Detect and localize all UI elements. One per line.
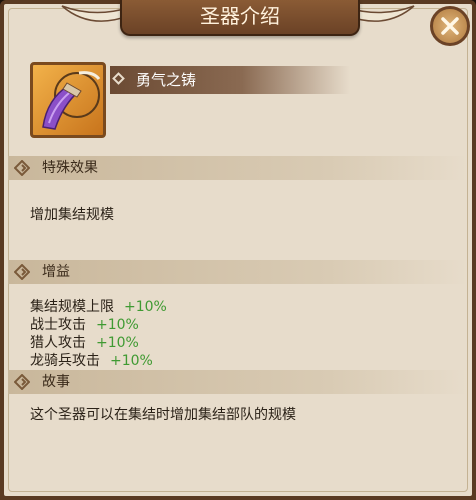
buff-row: 猎人攻击 +10%: [30, 332, 139, 352]
section-header-buffs: 增益: [8, 260, 468, 284]
section-title-story: 故事: [42, 374, 70, 390]
buff-value: +10%: [96, 317, 139, 333]
close-x-icon: [441, 17, 459, 35]
close-button[interactable]: [430, 6, 470, 46]
purple-horn-artifact-icon: [42, 71, 101, 130]
buff-value: +10%: [110, 353, 153, 369]
buff-value: +10%: [124, 299, 167, 315]
frame-corner-bottom-right: [454, 478, 476, 500]
dialog-title: 圣器介绍: [120, 0, 360, 36]
section-title-special: 特殊效果: [42, 160, 98, 176]
chevron-emblem-icon: [14, 160, 30, 176]
chevron-emblem-icon: [14, 374, 30, 390]
frame-corner-bottom-left: [0, 478, 22, 500]
special-effect-text: 增加集结规模: [30, 207, 114, 223]
section-title-buffs: 增益: [42, 264, 70, 280]
section-header-special: 特殊效果: [8, 156, 468, 180]
buff-value: +10%: [96, 335, 139, 351]
artifact-name: 勇气之铸: [110, 66, 350, 94]
buff-row: 战士攻击 +10%: [30, 314, 139, 334]
buff-label: 集结规模上限: [30, 299, 114, 315]
buff-label: 龙骑兵攻击: [30, 353, 100, 369]
buff-row: 集结规模上限 +10%: [30, 296, 167, 316]
artifact-icon: [30, 62, 106, 138]
buff-row: 龙骑兵攻击 +10%: [30, 350, 153, 370]
buff-label: 战士攻击: [30, 317, 86, 333]
buff-label: 猎人攻击: [30, 335, 86, 351]
story-text: 这个圣器可以在集结时增加集结部队的规模: [30, 407, 296, 423]
chevron-emblem-icon: [14, 264, 30, 280]
section-header-story: 故事: [8, 370, 468, 394]
